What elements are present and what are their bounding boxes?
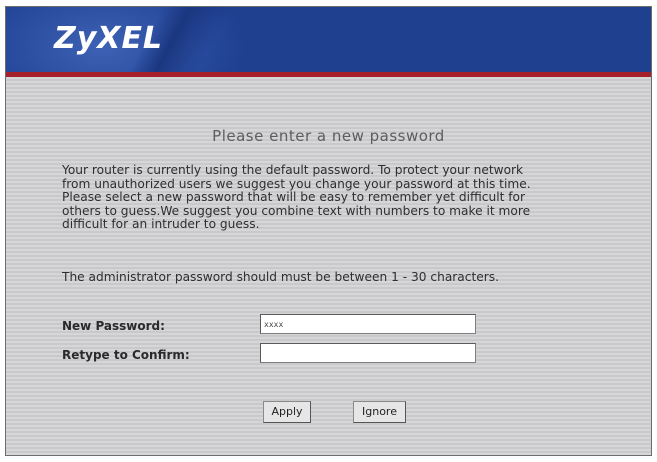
description-line: from unauthorized users we suggest you c… [62,176,531,191]
description-line: Your router is currently using the defau… [62,163,524,177]
password-length-note: The administrator password should must b… [62,270,499,284]
page-title: Please enter a new password [212,127,445,145]
description-line: others to guess.We suggest you combine t… [62,203,531,218]
ignore-button[interactable]: Ignore [353,401,406,423]
description-line: Please select a new password that will b… [62,190,525,204]
password-dialog: ZyXEL Please enter a new password Your r… [5,6,652,456]
apply-button[interactable]: Apply [263,401,311,423]
new-password-label: New Password: [62,319,165,333]
retype-password-input[interactable] [260,343,476,363]
content-area: Please enter a new password Your router … [6,77,651,455]
description-line: difficult for an intruder to guess. [62,217,260,231]
description-paragraph: Your router is currently using the defau… [62,163,622,232]
header-banner: ZyXEL [6,7,651,72]
retype-password-label: Retype to Confirm: [62,348,190,362]
new-password-input[interactable] [260,314,476,334]
zyxel-logo: ZyXEL [54,21,164,56]
